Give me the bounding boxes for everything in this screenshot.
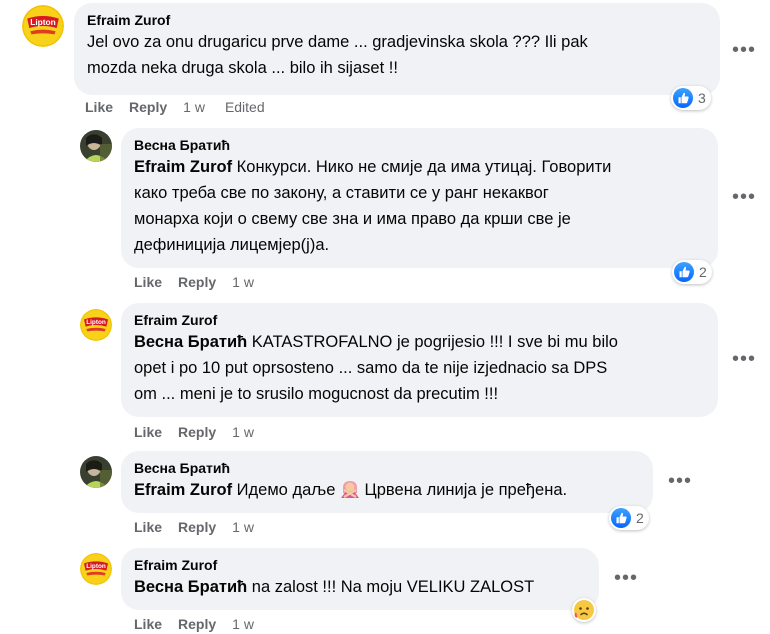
timestamp[interactable]: 1 w: [183, 99, 205, 115]
comment-actions: Like Reply 1 w: [134, 274, 274, 290]
svg-text:Lipton: Lipton: [86, 319, 106, 326]
reaction-count[interactable]: 2: [672, 260, 712, 284]
reaction-count[interactable]: 2: [609, 506, 649, 530]
comment-text: om ... meni je to srusilo mogucnost da p…: [134, 385, 499, 403]
comment-author[interactable]: Efraim Zurof: [87, 11, 708, 29]
edited-label: Edited: [224, 99, 265, 115]
reply-button[interactable]: Reply: [178, 424, 216, 440]
timestamp[interactable]: 1 w: [232, 616, 254, 632]
reaction-count-value: 3: [698, 90, 706, 106]
mention-link[interactable]: Efraim Zurof: [134, 158, 232, 176]
like-button[interactable]: Like: [134, 274, 162, 290]
comment-text: дефиниција лицемјер(ј)а.: [134, 236, 330, 254]
mention-link[interactable]: Efraim Zurof: [134, 481, 232, 499]
reply-button[interactable]: Reply: [178, 519, 216, 535]
reply-button[interactable]: Reply: [178, 616, 216, 632]
comment-bubble: Efraim Zurof Jel ovo za onu drugaricu pr…: [74, 3, 720, 95]
svg-text:Lipton: Lipton: [30, 17, 56, 27]
comment-actions: Like Reply 1 w: [134, 519, 274, 535]
svg-text:Lipton: Lipton: [86, 563, 106, 570]
comment-author[interactable]: Весна Братић: [134, 136, 706, 154]
reply-button[interactable]: Reply: [129, 99, 167, 115]
more-options-icon[interactable]: •••: [732, 38, 756, 62]
like-reaction-icon: [674, 262, 694, 282]
like-button[interactable]: Like: [134, 519, 162, 535]
avatar[interactable]: Lipton: [80, 309, 112, 341]
comment-actions: Like Reply 1 w Edited: [85, 99, 265, 115]
comment-text: Весна Братић KATASTROFALNO je pogrijesio…: [134, 333, 618, 351]
comment-text: Весна Братић na zalost !!! Na moju VELIK…: [134, 578, 535, 596]
avatar[interactable]: [80, 456, 112, 488]
like-button[interactable]: Like: [134, 616, 162, 632]
comment-text: Efraim Zurof Конкурси. Нико не смије да …: [134, 158, 612, 176]
avatar[interactable]: [80, 130, 112, 162]
reaction-badge[interactable]: [572, 598, 596, 622]
comment-text: како треба све по закону, а ставити се у…: [134, 184, 549, 202]
comment-actions: Like Reply 1 w: [134, 424, 274, 440]
timestamp[interactable]: 1 w: [232, 424, 254, 440]
woman-gesturing-no-emoji: [340, 479, 360, 499]
mention-link[interactable]: Весна Братић: [134, 578, 247, 596]
comment-text: mozda neka druga skola ... bilo ih sijas…: [87, 59, 398, 77]
avatar[interactable]: Lipton: [80, 553, 112, 585]
reply-button[interactable]: Reply: [178, 274, 216, 290]
comment-author[interactable]: Efraim Zurof: [134, 311, 706, 329]
comment-actions: Like Reply 1 w: [134, 616, 274, 632]
more-options-icon[interactable]: •••: [732, 347, 756, 371]
more-options-icon[interactable]: •••: [732, 185, 756, 209]
comment-text: Efraim Zurof Идемо даље Црвена линија је…: [134, 479, 568, 499]
avatar[interactable]: Lipton: [22, 5, 64, 47]
comment-text: opet i po 10 put oprsosteno ... samo da …: [134, 359, 608, 377]
comment-bubble: Весна Братић Efraim Zurof Идемо даље Црв…: [121, 451, 653, 513]
comment-author[interactable]: Весна Братић: [134, 459, 641, 477]
timestamp[interactable]: 1 w: [232, 519, 254, 535]
comment-bubble: Efraim Zurof Весна Братић na zalost !!! …: [121, 548, 599, 610]
comment-bubble: Весна Братић Efraim Zurof Конкурси. Нико…: [121, 128, 718, 268]
reaction-count[interactable]: 3: [671, 86, 711, 110]
reaction-count-value: 2: [699, 264, 707, 280]
like-reaction-icon: [673, 88, 693, 108]
timestamp[interactable]: 1 w: [232, 274, 254, 290]
like-button[interactable]: Like: [134, 424, 162, 440]
reaction-count-value: 2: [636, 510, 644, 526]
comment-author[interactable]: Efraim Zurof: [134, 556, 587, 574]
like-reaction-icon: [611, 508, 631, 528]
comment-bubble: Efraim Zurof Весна Братић KATASTROFALNO …: [121, 303, 718, 417]
comment-text: монарха који о свему све зна и има право…: [134, 210, 571, 228]
like-button[interactable]: Like: [85, 99, 113, 115]
mention-link[interactable]: Весна Братић: [134, 333, 247, 351]
comment-text: Jel ovo za onu drugaricu prve dame ... g…: [87, 33, 588, 51]
sad-reaction-icon: [574, 600, 594, 620]
more-options-icon[interactable]: •••: [614, 566, 638, 590]
more-options-icon[interactable]: •••: [668, 469, 692, 493]
